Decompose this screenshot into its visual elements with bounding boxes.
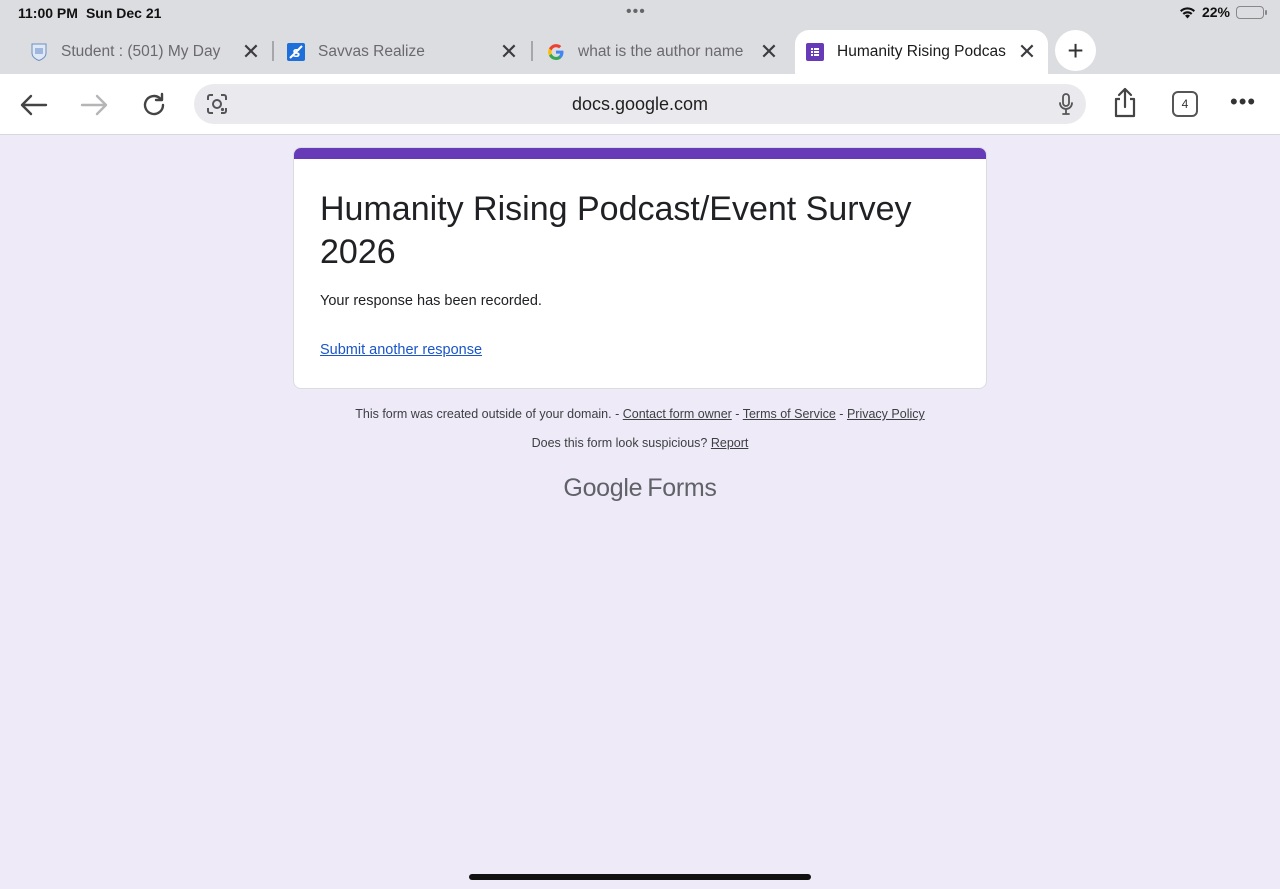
new-tab-button[interactable]: +: [1055, 30, 1096, 71]
google-g-icon: [547, 43, 565, 61]
suspicious-question-text: Does this form look suspicious?: [531, 436, 708, 450]
url-text: docs.google.com: [571, 94, 709, 114]
browser-top-chrome: 11:00 PM Sun Dec 21 ••• 22% Student : (50…: [0, 0, 1280, 74]
terms-of-service-link[interactable]: Terms of Service: [743, 407, 836, 421]
close-tab-icon[interactable]: ✕: [499, 41, 519, 63]
tab-separator: [272, 41, 274, 61]
submit-another-response-link[interactable]: Submit another response: [320, 342, 482, 358]
reload-icon[interactable]: [139, 90, 169, 120]
savvas-s-icon: S: [287, 43, 305, 61]
status-indicators: 22%: [1179, 4, 1267, 20]
form-confirmation-card: Humanity Rising Podcast/Event Survey 202…: [293, 147, 987, 389]
tab-switcher-button[interactable]: 4: [1172, 91, 1198, 117]
google-forms-logo[interactable]: Google Forms: [0, 474, 1280, 503]
multitasking-dots-icon[interactable]: •••: [626, 3, 646, 21]
microphone-icon[interactable]: [1058, 93, 1074, 120]
tab-label: Student : (501) My Day: [61, 43, 221, 60]
status-bar: 11:00 PM Sun Dec 21 ••• 22%: [0, 0, 1280, 26]
school-crest-icon: [30, 43, 48, 61]
close-tab-icon[interactable]: ✕: [1017, 41, 1037, 63]
home-indicator[interactable]: [469, 874, 811, 880]
battery-icon: [1236, 5, 1267, 19]
google-forms-icon: [806, 43, 824, 61]
close-tab-icon[interactable]: ✕: [241, 41, 261, 63]
svg-text:S: S: [293, 47, 301, 60]
tab-savvas-realize[interactable]: S Savvas Realize ✕: [287, 30, 527, 74]
confirmation-message: Your response has been recorded.: [320, 293, 542, 309]
form-footer-disclaimer: This form was created outside of your do…: [0, 407, 1280, 421]
google-wordmark: Google: [563, 474, 643, 502]
tab-label: Humanity Rising Podcas: [837, 43, 1006, 60]
form-footer-report: Does this form look suspicious? Report: [0, 436, 1280, 450]
footer-separator: -: [735, 407, 740, 421]
contact-form-owner-link[interactable]: Contact form owner: [623, 407, 732, 421]
forms-wordmark: Forms: [647, 474, 717, 502]
share-icon[interactable]: [1110, 87, 1140, 118]
footer-separator: -: [839, 407, 844, 421]
tab-separator: [531, 41, 533, 61]
tab-google-search[interactable]: what is the author name ✕: [547, 30, 787, 74]
wifi-icon: [1179, 6, 1196, 19]
tab-label: what is the author name: [578, 43, 744, 60]
privacy-policy-link[interactable]: Privacy Policy: [847, 407, 925, 421]
forward-arrow-icon[interactable]: [79, 90, 109, 120]
tab-student-my-day[interactable]: Student : (501) My Day ✕: [30, 30, 270, 74]
address-bar[interactable]: docs.google.com: [194, 84, 1086, 124]
form-accent-bar: [294, 148, 986, 159]
status-time: 11:00 PM: [18, 5, 78, 21]
report-link[interactable]: Report: [711, 436, 749, 450]
browser-toolbar: docs.google.com 4 •••: [0, 74, 1280, 135]
battery-percent: 22%: [1201, 4, 1230, 20]
more-menu-icon[interactable]: •••: [1230, 91, 1256, 113]
form-title: Humanity Rising Podcast/Event Survey 202…: [320, 190, 912, 271]
domain-disclaimer-text: This form was created outside of your do…: [355, 407, 620, 421]
close-tab-icon[interactable]: ✕: [759, 41, 779, 63]
status-date: Sun Dec 21: [85, 5, 162, 21]
status-clock: 11:00 PM Sun Dec 21: [18, 5, 161, 21]
tab-humanity-rising-form[interactable]: Humanity Rising Podcas ✕: [795, 30, 1048, 74]
back-arrow-icon[interactable]: [19, 90, 49, 120]
tab-label: Savvas Realize: [318, 43, 425, 60]
